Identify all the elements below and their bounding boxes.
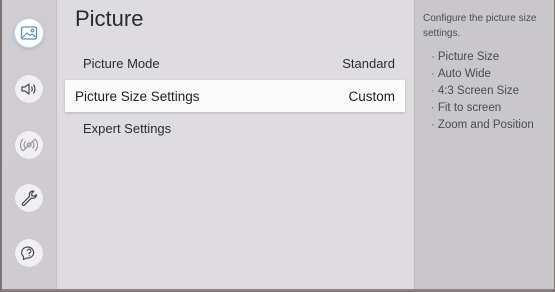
sidebar-item-broadcasting[interactable]: [14, 130, 44, 160]
menu-item-picture-mode[interactable]: Picture Mode Standard: [65, 47, 405, 79]
picture-icon: [20, 26, 38, 40]
menu-item-label: Expert Settings: [83, 120, 172, 136]
menu-item-value: Standard: [342, 55, 395, 71]
sound-icon: [21, 83, 36, 95]
help-list: · Picture Size · Auto Wide · 4:3 Screen Siz…: [431, 49, 534, 134]
menu-item-expert-settings[interactable]: Expert Settings: [65, 112, 405, 144]
page-title: Picture: [75, 6, 144, 31]
menu-item-picture-size-settings[interactable]: Picture Size Settings Custom: [65, 80, 405, 112]
picture-menu-panel: Picture Picture Mode Standard Picture Si…: [57, 0, 413, 289]
list-item: · Zoom and Position: [431, 119, 534, 131]
wrench-icon: [21, 190, 38, 207]
sidebar: [2, 0, 57, 289]
sidebar-item-support[interactable]: [14, 238, 44, 268]
help-panel: Configure the picture size settings. · Pi…: [414, 0, 554, 289]
list-item: · Auto Wide: [431, 68, 491, 80]
sidebar-item-picture[interactable]: [14, 18, 44, 48]
menu-item-label: Picture Mode: [83, 55, 160, 71]
tv-screen: Picture Picture Mode Standard Picture Si…: [2, 0, 554, 291]
list-item: · Fit to screen: [431, 102, 502, 114]
help-description: Configure the picture size settings.: [423, 13, 537, 39]
menu-item-label: Picture Size Settings: [75, 88, 200, 104]
sidebar-item-sound[interactable]: [14, 74, 44, 104]
list-item: · Picture Size: [431, 51, 500, 63]
menu-item-value: Custom: [348, 88, 395, 104]
sidebar-item-general[interactable]: [14, 183, 44, 213]
broadcasting-icon: [19, 138, 39, 152]
support-icon: [21, 246, 35, 261]
list-item: · 4:3 Screen Size: [431, 85, 520, 97]
